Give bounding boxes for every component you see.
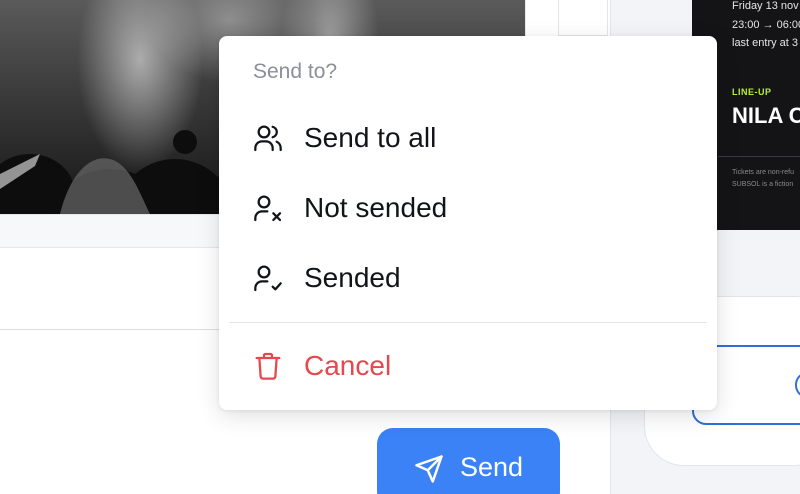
thumbnail-frame[interactable] xyxy=(558,0,608,36)
menu-item-label: Sended xyxy=(304,262,401,293)
menu-item-send-to-all[interactable]: Send to all xyxy=(219,108,717,168)
menu-item-label: Send to all xyxy=(304,122,437,153)
ticket-artist: NILA C xyxy=(732,103,800,128)
menu-item-cancel[interactable]: Cancel xyxy=(219,336,717,396)
ticket-fine-print: SUBSOL is a fiction xyxy=(732,181,794,188)
send-icon xyxy=(415,455,443,483)
menu-item-not-sended[interactable]: Not sended xyxy=(219,178,717,238)
users-icon xyxy=(251,121,285,155)
menu-item-sended[interactable]: Sended xyxy=(219,248,717,308)
trash-icon xyxy=(251,349,285,383)
ticket-date: Friday 13 nov xyxy=(732,0,799,12)
menu-title: Send to? xyxy=(253,60,338,83)
ticket-last-entry: last entry at 3 xyxy=(732,37,799,49)
send-button[interactable]: Send xyxy=(377,428,560,494)
send-to-menu: Send to? Send to all Not sended Sended C… xyxy=(219,36,717,410)
ticket-divider xyxy=(718,156,800,157)
ticket-lineup-label: LINE-UP xyxy=(732,87,772,97)
menu-item-label: Cancel xyxy=(304,350,392,381)
user-check-icon xyxy=(251,261,285,295)
ticket-fine-print: Tickets are non-refu xyxy=(732,169,794,176)
menu-divider xyxy=(229,322,707,323)
ticket-time: 23:00 → 06:00 xyxy=(732,19,800,31)
user-x-icon xyxy=(251,191,285,225)
send-button-label: Send xyxy=(459,452,524,482)
menu-item-label: Not sended xyxy=(304,192,448,223)
